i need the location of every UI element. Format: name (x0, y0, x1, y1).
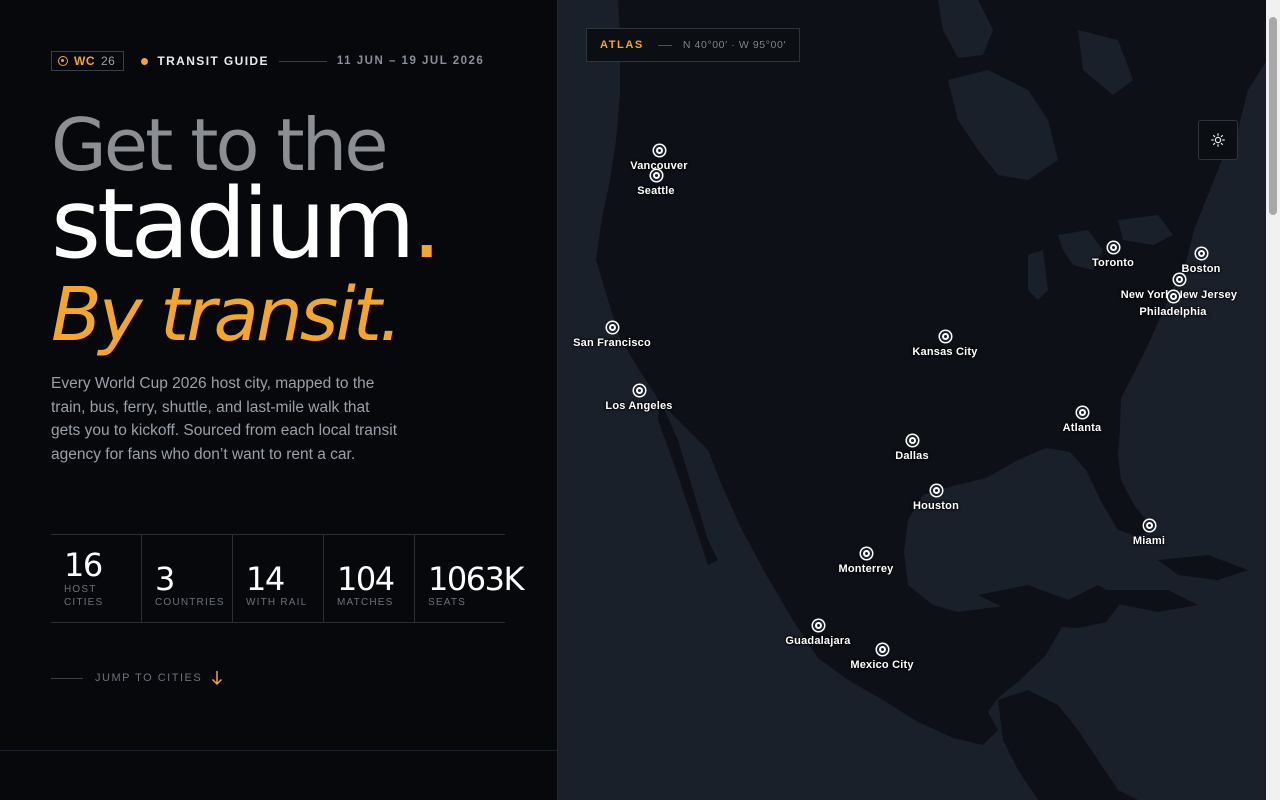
city-label: Seattle (637, 185, 675, 197)
map-pin-icon (907, 435, 918, 446)
stat-value: 14 (246, 560, 285, 598)
city-label: Toronto (1091, 257, 1135, 269)
stats-row: 16 HOST CITIES 3 COUNTRIES 14 WITH RAIL … (51, 534, 524, 623)
stat-countries: 3 COUNTRIES (142, 535, 233, 622)
city-label: Philadelphia (1139, 306, 1207, 318)
stat-label: HOST (64, 584, 97, 595)
city-label: Monterrey (838, 563, 894, 575)
map-pin-icon (651, 170, 662, 181)
hero-description: Every World Cup 2026 host city, mapped t… (51, 375, 398, 463)
accent-dot-icon (141, 57, 149, 65)
map-pin-icon (877, 644, 888, 655)
stat-value: 1063K (428, 560, 524, 598)
stat-matches: 104 MATCHES (324, 535, 415, 622)
map-pin-icon (607, 322, 618, 333)
stat-value: 3 (155, 560, 175, 598)
arrow-down-icon (212, 671, 223, 686)
jump-to-cities-link[interactable]: JUMP TO CITIES (51, 670, 223, 686)
atlas-title: ATLAS (600, 39, 644, 51)
divider-line (278, 60, 327, 62)
headline-dot: . (411, 168, 441, 280)
city-label: Boston (1181, 263, 1221, 275)
hero-panel: WC 26 TRANSIT GUIDE 11 JUN – 19 JUL 2026… (0, 0, 557, 800)
badge-year: 26 (101, 54, 116, 68)
atlas-coords-panel: ATLAS N 40°00′ · W 95°00′ (586, 28, 800, 62)
headline-line-3: By transit. (51, 272, 402, 358)
stat-label: MATCHES (337, 597, 394, 608)
map-pin-icon (634, 385, 645, 396)
map-pin-icon (1144, 520, 1155, 531)
top-bar: WC 26 TRANSIT GUIDE 11 JUN – 19 JUL 2026 (51, 51, 484, 71)
theme-toggle-button[interactable] (1198, 120, 1238, 160)
guide-label-text: TRANSIT GUIDE (157, 54, 269, 68)
city-label: New York/New Jersey (1120, 289, 1238, 301)
map-pin-icon (1108, 242, 1119, 253)
map-pin-icon (1196, 248, 1207, 259)
stat-label: SEATS (428, 597, 467, 608)
map-pin-icon (940, 331, 951, 342)
stat-with-rail: 14 WITH RAIL (233, 535, 324, 622)
stat-value: 104 (337, 560, 395, 598)
map-pin-icon (813, 620, 824, 631)
map-pin-icon (1168, 291, 1179, 302)
city-label: Houston (912, 500, 960, 512)
atlas-separator (657, 44, 672, 46)
panel-divider (0, 750, 557, 751)
headline-line-2: stadium. (51, 168, 442, 280)
city-label: Dallas (895, 450, 929, 462)
tournament-dates: 11 JUN – 19 JUL 2026 (336, 55, 485, 67)
soccer-ball-icon (58, 56, 68, 66)
stat-host-cities: 16 HOST CITIES (51, 535, 142, 622)
map-pin-icon (931, 485, 942, 496)
city-label: Atlanta (1062, 422, 1102, 434)
stat-value: 16 (64, 546, 103, 584)
city-label: Guadalajara (785, 635, 851, 647)
sun-icon (1211, 133, 1225, 147)
map-pin-icon (1174, 274, 1185, 285)
stat-label: COUNTRIES (155, 597, 225, 608)
map-pin-icon (654, 145, 665, 156)
city-label: Los Angeles (605, 400, 673, 412)
city-label: Kansas City (912, 346, 978, 358)
transit-guide-label: TRANSIT GUIDE (141, 54, 269, 68)
wc26-badge: WC 26 (51, 51, 125, 71)
headline-stadium: stadium (51, 168, 415, 280)
map-pin-icon (1077, 407, 1088, 418)
jump-label: JUMP TO CITIES (95, 672, 203, 684)
map-pin-icon (861, 548, 872, 559)
page-scrollbar[interactable] (1266, 0, 1280, 800)
stat-seats: 1063K SEATS (415, 535, 524, 622)
stat-label: WITH RAIL (246, 597, 308, 608)
jump-line (51, 677, 83, 679)
city-label: San Francisco (573, 337, 651, 349)
host-city-map[interactable]: ATLAS N 40°00′ · W 95°00′ Vancouver Seat… (557, 0, 1266, 800)
badge-wc: WC (74, 54, 95, 68)
city-label: Miami (1132, 535, 1166, 547)
stat-label-2: CITIES (64, 597, 104, 608)
scrollbar-thumb[interactable] (1269, 17, 1277, 215)
atlas-coordinates: N 40°00′ · W 95°00′ (682, 39, 786, 51)
city-label: Mexico City (850, 659, 914, 671)
